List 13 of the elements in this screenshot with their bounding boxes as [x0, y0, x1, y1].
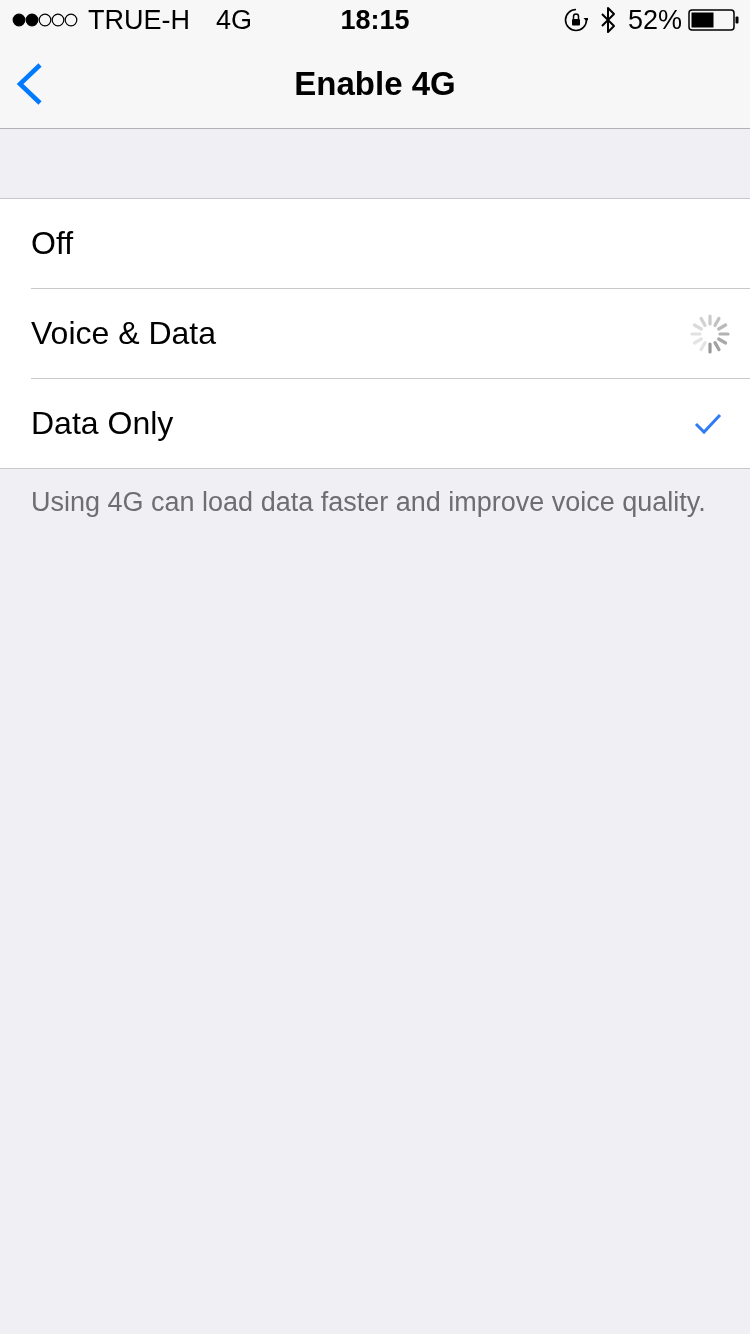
- option-item[interactable]: Off: [0, 199, 750, 289]
- carrier-name: TRUE-H: [88, 4, 190, 36]
- page-title: Enable 4G: [294, 65, 456, 103]
- rotation-lock-icon: [563, 8, 588, 32]
- option-item[interactable]: Voice & Data: [0, 289, 750, 379]
- signal-icon: [12, 13, 78, 27]
- clock-time: 18:15: [340, 4, 410, 36]
- battery-icon: [688, 9, 740, 31]
- footer-note: Using 4G can load data faster and improve voice quality.: [30, 486, 707, 519]
- bluetooth-icon: [599, 6, 616, 34]
- network-type: 4G: [216, 4, 253, 36]
- battery-percent: 52%: [627, 4, 682, 36]
- option-item[interactable]: Data Only: [0, 379, 750, 468]
